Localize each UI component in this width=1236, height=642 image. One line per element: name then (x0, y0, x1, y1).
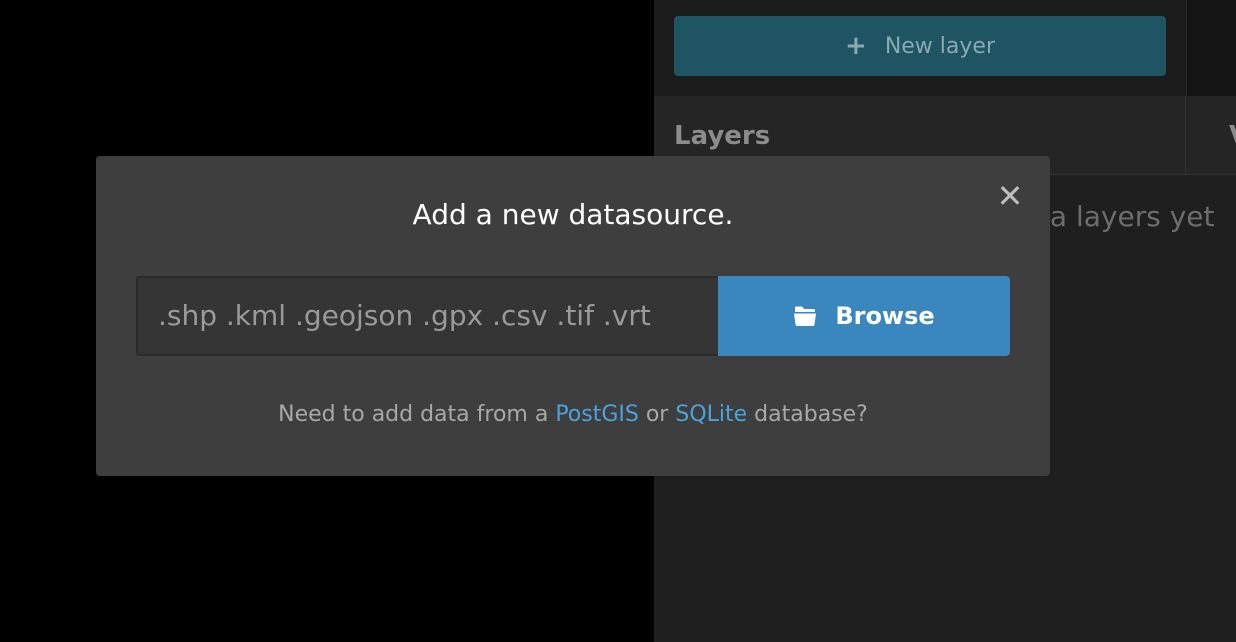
sqlite-link[interactable]: SQLite (675, 402, 747, 427)
app-stage: + New layer Layers V data layers yet Add… (0, 0, 1236, 642)
browse-label: Browse (835, 302, 935, 330)
folder-open-icon (794, 306, 817, 326)
close-icon[interactable]: ✕ (996, 178, 1024, 214)
postgis-link[interactable]: PostGIS (555, 402, 639, 427)
datasource-footer: Need to add data from a PostGIS or SQLit… (96, 402, 1050, 427)
plus-icon: + (845, 31, 867, 61)
panel-toolbar-extra (1186, 0, 1236, 96)
footer-middle: or (645, 402, 669, 427)
browse-button[interactable]: Browse (718, 276, 1010, 356)
panel-toolbar: + New layer (654, 0, 1186, 96)
add-datasource-modal: Add a new datasource. ✕ .shp .kml .geojs… (96, 156, 1050, 476)
modal-title: Add a new datasource. (412, 198, 734, 231)
file-type-input[interactable]: .shp .kml .geojson .gpx .csv .tif .vrt (136, 276, 718, 356)
tab-second[interactable]: V (1187, 96, 1236, 174)
new-layer-button[interactable]: + New layer (674, 16, 1166, 76)
footer-prefix: Need to add data from a (278, 402, 549, 427)
new-layer-label: New layer (884, 33, 995, 59)
footer-suffix: database? (754, 402, 868, 427)
